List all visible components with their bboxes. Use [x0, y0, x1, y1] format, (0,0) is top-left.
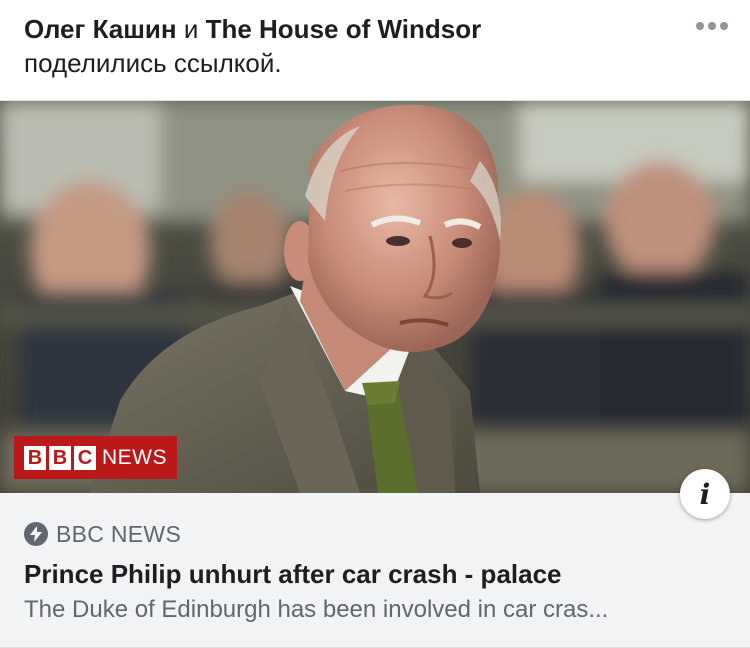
article-description: The Duke of Edinburgh has been involved …	[24, 596, 609, 623]
more-options-button[interactable]	[696, 22, 728, 30]
actor-name-1[interactable]: Олег Кашин	[24, 14, 177, 44]
bbc-news-logo: B B C NEWS	[14, 436, 177, 479]
lightning-bolt-icon	[24, 522, 48, 546]
bbc-news-word: NEWS	[102, 445, 167, 469]
bbc-letter-blocks: B B C	[24, 445, 96, 470]
article-photo	[0, 101, 750, 493]
actor-name-2[interactable]: The House of Windsor	[206, 14, 482, 44]
more-dot	[720, 22, 728, 30]
bbc-letter: B	[24, 445, 46, 470]
post-action-text: поделились ссылкой.	[24, 48, 282, 78]
article-image[interactable]: B B C NEWS	[0, 101, 750, 493]
source-name: BBC NEWS	[56, 520, 182, 547]
actor-conjunction: и	[183, 14, 199, 44]
link-card-body[interactable]: BBC NEWS Prince Philip unhurt after car …	[0, 493, 750, 648]
source-row: BBC NEWS	[24, 519, 726, 549]
bbc-letter: C	[74, 445, 96, 470]
info-icon[interactable]: i	[680, 469, 730, 519]
more-dot	[708, 22, 716, 30]
article-title[interactable]: Prince Philip unhurt after car crash - p…	[24, 557, 726, 591]
post-actors-line: Олег Кашин и The House of Windsor	[24, 12, 726, 46]
more-horizontal-icon	[696, 22, 704, 30]
post-header: Олег Кашин и The House of Windsor подели…	[0, 0, 750, 100]
link-preview-card[interactable]: B B C NEWS i BBC NEWS Prince Philip unhu…	[0, 100, 750, 648]
bbc-letter: B	[49, 445, 71, 470]
